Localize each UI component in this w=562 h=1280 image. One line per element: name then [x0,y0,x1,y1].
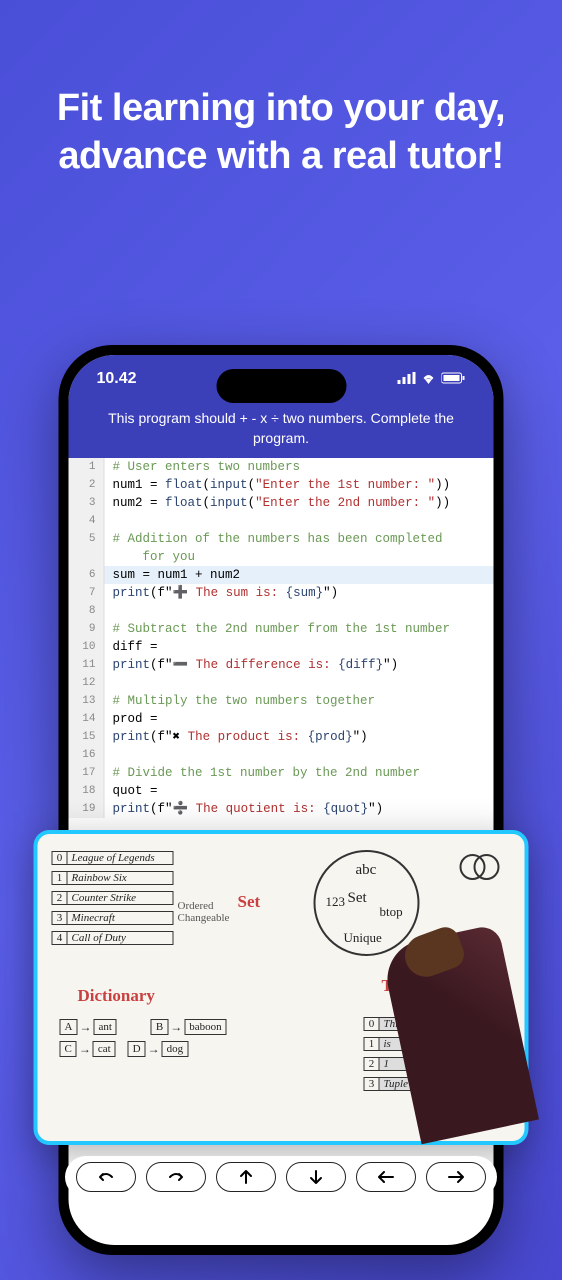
headline: Fit learning into your day, advance with… [0,0,562,180]
code-line[interactable]: 2num1 = float(input("Enter the 1st numbe… [69,476,494,494]
wifi-icon [421,371,437,388]
up-button[interactable] [216,1162,276,1192]
battery-icon [442,371,466,388]
left-button[interactable] [356,1162,416,1192]
code-line[interactable]: 11print(f"➖ The difference is: {diff}") [69,656,494,674]
down-button[interactable] [286,1162,346,1192]
list-note: Ordered Changeable [178,900,230,924]
code-line[interactable]: 19print(f"➗ The quotient is: {quot}") [69,800,494,818]
code-line[interactable]: 18quot = [69,782,494,800]
phone-notch [216,369,346,403]
code-line[interactable]: 14prod = [69,710,494,728]
set-text-2: Set [348,890,367,907]
redo-button[interactable] [146,1162,206,1192]
set-note: Unique [344,930,382,946]
dictionary-label: Dictionary [78,986,155,1006]
code-line[interactable]: 9# Subtract the 2nd number from the 1st … [69,620,494,638]
undo-button[interactable] [76,1162,136,1192]
instruction-bar: This program should + - x ÷ two numbers.… [69,403,494,458]
status-icons [398,371,466,388]
code-line[interactable]: 8 [69,602,494,620]
code-line[interactable]: 15print(f"✖ The product is: {prod}") [69,728,494,746]
set-circle: abc Set 123 btop Unique [314,850,420,956]
right-button[interactable] [426,1162,486,1192]
code-line[interactable]: 17# Divide the 1st number by the 2nd num… [69,764,494,782]
tutor-whiteboard[interactable]: 0League of Legends1Rainbow Six2Counter S… [34,830,529,1145]
code-line[interactable]: 6sum = num1 + num2 [69,566,494,584]
code-line[interactable]: 5# Addition of the numbers has been comp… [69,530,494,566]
venn-icon [460,854,500,885]
list-table: 0League of Legends1Rainbow Six2Counter S… [52,848,174,948]
code-line[interactable]: 7print(f"➕ The sum is: {sum}") [69,584,494,602]
set-text-3: 123 [326,894,346,910]
editor-toolbar [65,1156,497,1198]
code-line[interactable]: 3num2 = float(input("Enter the 2nd numbe… [69,494,494,512]
set-text-1: abc [356,862,377,879]
code-line[interactable]: 12 [69,674,494,692]
signal-icon [398,371,416,388]
code-line[interactable]: 10diff = [69,638,494,656]
dictionary-pairs: A→antB→baboonC→catD→dog [54,1016,233,1060]
set-label: Set [238,892,261,912]
status-time: 10.42 [97,370,137,388]
code-line[interactable]: 1# User enters two numbers [69,458,494,476]
code-line[interactable]: 13# Multiply the two numbers together [69,692,494,710]
code-editor[interactable]: 1# User enters two numbers2num1 = float(… [69,458,494,842]
set-text-4: btop [380,904,403,920]
code-line[interactable]: 4 [69,512,494,530]
code-line[interactable]: 16 [69,746,494,764]
